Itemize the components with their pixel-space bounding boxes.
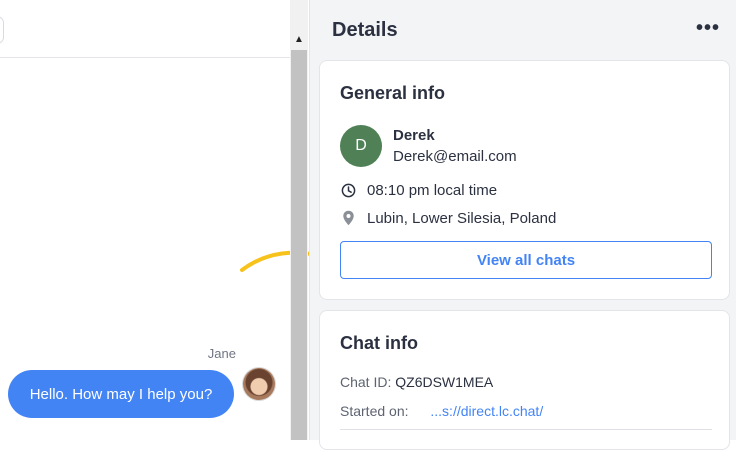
chat-scrollbar[interactable]: ▲ xyxy=(290,0,308,440)
scroll-thumb[interactable] xyxy=(291,50,307,440)
general-info-card: General info D Derek Derek@email.com 08:… xyxy=(319,60,730,300)
general-info-title: General info xyxy=(340,83,446,103)
details-title: Details xyxy=(332,19,398,41)
chat-id-label: Chat ID: xyxy=(340,374,392,390)
chat-id-row: Chat ID: QZ6DSW1MEA xyxy=(340,374,493,390)
started-on-label: Started on: xyxy=(340,403,409,419)
chat-header-control[interactable] xyxy=(0,16,4,44)
chat-id-value: QZ6DSW1MEA xyxy=(395,374,494,390)
location-row: Lubin, Lower Silesia, Poland xyxy=(340,208,556,228)
location-pin-icon xyxy=(340,210,356,226)
details-panel: Details ••• General info D Derek Derek@e… xyxy=(309,0,736,450)
customer-name: Derek xyxy=(393,127,435,144)
location-text: Lubin, Lower Silesia, Poland xyxy=(367,209,557,227)
clock-icon xyxy=(340,182,356,198)
started-on-link[interactable]: ...s://direct.lc.chat/ xyxy=(430,403,543,419)
chat-pane: Jane Hello. How may I help you? xyxy=(0,0,332,440)
agent-avatar xyxy=(243,368,275,400)
chat-info-divider xyxy=(340,429,712,430)
message-sender-name: Jane xyxy=(207,346,236,361)
chat-info-card: Chat info Chat ID: QZ6DSW1MEA Started on… xyxy=(319,310,730,450)
chat-info-title: Chat info xyxy=(340,333,418,353)
more-options-icon[interactable]: ••• xyxy=(696,17,720,40)
view-all-chats-button[interactable]: View all chats xyxy=(340,241,712,279)
agent-message-bubble: Hello. How may I help you? xyxy=(8,370,234,418)
local-time-row: 08:10 pm local time xyxy=(340,180,497,200)
scroll-up-arrow-icon[interactable]: ▲ xyxy=(290,30,308,48)
local-time-text: 08:10 pm local time xyxy=(367,181,498,199)
customer-email: Derek@email.com xyxy=(393,148,517,165)
customer-avatar: D xyxy=(340,125,382,167)
chat-header-divider xyxy=(0,57,290,58)
started-on-row: Started on: ...s://direct.lc.chat/ xyxy=(340,403,543,419)
